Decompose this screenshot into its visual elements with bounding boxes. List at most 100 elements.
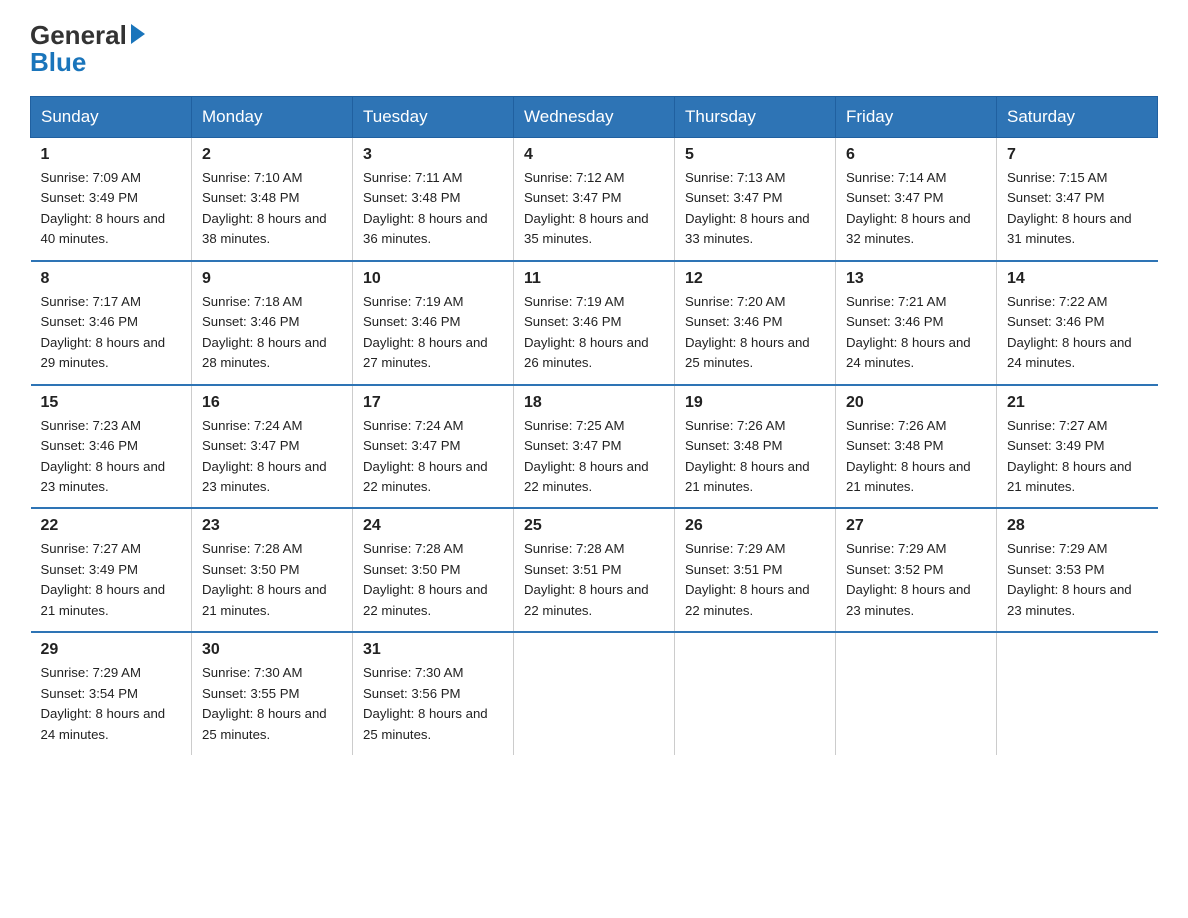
day-info: Sunrise: 7:20 AMSunset: 3:46 PMDaylight:…	[685, 294, 810, 370]
calendar-header: SundayMondayTuesdayWednesdayThursdayFrid…	[31, 97, 1158, 138]
day-info: Sunrise: 7:30 AMSunset: 3:55 PMDaylight:…	[202, 665, 327, 741]
day-number: 22	[41, 517, 182, 535]
day-number: 25	[524, 517, 664, 535]
day-number: 11	[524, 270, 664, 288]
day-number: 20	[846, 394, 986, 412]
day-info: Sunrise: 7:23 AMSunset: 3:46 PMDaylight:…	[41, 418, 166, 494]
day-number: 26	[685, 517, 825, 535]
day-info: Sunrise: 7:11 AMSunset: 3:48 PMDaylight:…	[363, 170, 488, 246]
day-cell: 11 Sunrise: 7:19 AMSunset: 3:46 PMDayligh…	[514, 261, 675, 385]
day-cell: 30 Sunrise: 7:30 AMSunset: 3:55 PMDayligh…	[192, 632, 353, 755]
day-number: 21	[1007, 394, 1148, 412]
day-number: 5	[685, 146, 825, 164]
day-cell: 28 Sunrise: 7:29 AMSunset: 3:53 PMDayligh…	[997, 508, 1158, 632]
day-cell: 20 Sunrise: 7:26 AMSunset: 3:48 PMDayligh…	[836, 385, 997, 509]
day-cell: 23Sunrise: 7:28 AMSunset: 3:50 PMDayligh…	[192, 508, 353, 632]
week-row-1: 1 Sunrise: 7:09 AMSunset: 3:49 PMDaylight…	[31, 138, 1158, 261]
logo: General Blue	[30, 20, 145, 78]
day-cell: 18Sunrise: 7:25 AMSunset: 3:47 PMDayligh…	[514, 385, 675, 509]
day-number: 15	[41, 394, 182, 412]
day-cell: 29Sunrise: 7:29 AMSunset: 3:54 PMDayligh…	[31, 632, 192, 755]
day-info: Sunrise: 7:21 AMSunset: 3:46 PMDaylight:…	[846, 294, 971, 370]
calendar-table: SundayMondayTuesdayWednesdayThursdayFrid…	[30, 96, 1158, 755]
day-number: 2	[202, 146, 342, 164]
day-cell: 19 Sunrise: 7:26 AMSunset: 3:48 PMDayligh…	[675, 385, 836, 509]
day-number: 10	[363, 270, 503, 288]
logo-arrow-icon	[131, 24, 145, 44]
day-cell: 16Sunrise: 7:24 AMSunset: 3:47 PMDayligh…	[192, 385, 353, 509]
day-info: Sunrise: 7:15 AMSunset: 3:47 PMDaylight:…	[1007, 170, 1132, 246]
day-number: 13	[846, 270, 986, 288]
day-info: Sunrise: 7:09 AMSunset: 3:49 PMDaylight:…	[41, 170, 166, 246]
page-header: General Blue	[30, 20, 1158, 78]
day-info: Sunrise: 7:30 AMSunset: 3:56 PMDaylight:…	[363, 665, 488, 741]
day-info: Sunrise: 7:28 AMSunset: 3:50 PMDaylight:…	[363, 541, 488, 617]
day-info: Sunrise: 7:24 AMSunset: 3:47 PMDaylight:…	[363, 418, 488, 494]
day-number: 27	[846, 517, 986, 535]
week-row-4: 22 Sunrise: 7:27 AMSunset: 3:49 PMDayligh…	[31, 508, 1158, 632]
day-number: 8	[41, 270, 182, 288]
calendar-body: 1 Sunrise: 7:09 AMSunset: 3:49 PMDaylight…	[31, 138, 1158, 756]
day-info: Sunrise: 7:19 AMSunset: 3:46 PMDaylight:…	[524, 294, 649, 370]
day-number: 28	[1007, 517, 1148, 535]
header-cell-friday: Friday	[836, 97, 997, 138]
day-info: Sunrise: 7:27 AMSunset: 3:49 PMDaylight:…	[1007, 418, 1132, 494]
day-cell: 15 Sunrise: 7:23 AMSunset: 3:46 PMDayligh…	[31, 385, 192, 509]
day-info: Sunrise: 7:27 AMSunset: 3:49 PMDaylight:…	[41, 541, 166, 617]
day-cell: 25Sunrise: 7:28 AMSunset: 3:51 PMDayligh…	[514, 508, 675, 632]
header-cell-saturday: Saturday	[997, 97, 1158, 138]
header-cell-wednesday: Wednesday	[514, 97, 675, 138]
day-number: 24	[363, 517, 503, 535]
day-number: 3	[363, 146, 503, 164]
header-cell-monday: Monday	[192, 97, 353, 138]
day-cell	[675, 632, 836, 755]
day-info: Sunrise: 7:18 AMSunset: 3:46 PMDaylight:…	[202, 294, 327, 370]
day-cell: 7 Sunrise: 7:15 AMSunset: 3:47 PMDaylight…	[997, 138, 1158, 261]
day-info: Sunrise: 7:14 AMSunset: 3:47 PMDaylight:…	[846, 170, 971, 246]
week-row-5: 29Sunrise: 7:29 AMSunset: 3:54 PMDayligh…	[31, 632, 1158, 755]
day-cell: 8Sunrise: 7:17 AMSunset: 3:46 PMDaylight…	[31, 261, 192, 385]
day-cell: 6 Sunrise: 7:14 AMSunset: 3:47 PMDaylight…	[836, 138, 997, 261]
day-cell: 22 Sunrise: 7:27 AMSunset: 3:49 PMDayligh…	[31, 508, 192, 632]
day-info: Sunrise: 7:22 AMSunset: 3:46 PMDaylight:…	[1007, 294, 1132, 370]
day-info: Sunrise: 7:29 AMSunset: 3:53 PMDaylight:…	[1007, 541, 1132, 617]
day-number: 4	[524, 146, 664, 164]
header-cell-thursday: Thursday	[675, 97, 836, 138]
day-cell: 4 Sunrise: 7:12 AMSunset: 3:47 PMDaylight…	[514, 138, 675, 261]
day-number: 12	[685, 270, 825, 288]
day-info: Sunrise: 7:28 AMSunset: 3:50 PMDaylight:…	[202, 541, 327, 617]
day-info: Sunrise: 7:25 AMSunset: 3:47 PMDaylight:…	[524, 418, 649, 494]
day-number: 30	[202, 641, 342, 659]
day-cell: 2 Sunrise: 7:10 AMSunset: 3:48 PMDaylight…	[192, 138, 353, 261]
day-cell	[836, 632, 997, 755]
day-info: Sunrise: 7:10 AMSunset: 3:48 PMDaylight:…	[202, 170, 327, 246]
day-cell: 31Sunrise: 7:30 AMSunset: 3:56 PMDayligh…	[353, 632, 514, 755]
day-cell: 3 Sunrise: 7:11 AMSunset: 3:48 PMDaylight…	[353, 138, 514, 261]
day-info: Sunrise: 7:29 AMSunset: 3:52 PMDaylight:…	[846, 541, 971, 617]
day-info: Sunrise: 7:26 AMSunset: 3:48 PMDaylight:…	[846, 418, 971, 494]
day-info: Sunrise: 7:26 AMSunset: 3:48 PMDaylight:…	[685, 418, 810, 494]
header-cell-sunday: Sunday	[31, 97, 192, 138]
day-info: Sunrise: 7:13 AMSunset: 3:47 PMDaylight:…	[685, 170, 810, 246]
day-number: 9	[202, 270, 342, 288]
day-cell: 21 Sunrise: 7:27 AMSunset: 3:49 PMDayligh…	[997, 385, 1158, 509]
day-cell: 24 Sunrise: 7:28 AMSunset: 3:50 PMDayligh…	[353, 508, 514, 632]
day-cell: 17 Sunrise: 7:24 AMSunset: 3:47 PMDayligh…	[353, 385, 514, 509]
header-cell-tuesday: Tuesday	[353, 97, 514, 138]
day-number: 19	[685, 394, 825, 412]
day-number: 6	[846, 146, 986, 164]
day-number: 14	[1007, 270, 1148, 288]
day-number: 29	[41, 641, 182, 659]
day-info: Sunrise: 7:24 AMSunset: 3:47 PMDaylight:…	[202, 418, 327, 494]
day-cell: 1 Sunrise: 7:09 AMSunset: 3:49 PMDaylight…	[31, 138, 192, 261]
day-cell: 9 Sunrise: 7:18 AMSunset: 3:46 PMDaylight…	[192, 261, 353, 385]
week-row-2: 8Sunrise: 7:17 AMSunset: 3:46 PMDaylight…	[31, 261, 1158, 385]
day-info: Sunrise: 7:12 AMSunset: 3:47 PMDaylight:…	[524, 170, 649, 246]
day-info: Sunrise: 7:29 AMSunset: 3:51 PMDaylight:…	[685, 541, 810, 617]
day-number: 1	[41, 146, 182, 164]
day-cell: 10Sunrise: 7:19 AMSunset: 3:46 PMDayligh…	[353, 261, 514, 385]
logo-blue-text: Blue	[30, 47, 86, 78]
day-cell	[514, 632, 675, 755]
day-number: 17	[363, 394, 503, 412]
day-number: 7	[1007, 146, 1148, 164]
